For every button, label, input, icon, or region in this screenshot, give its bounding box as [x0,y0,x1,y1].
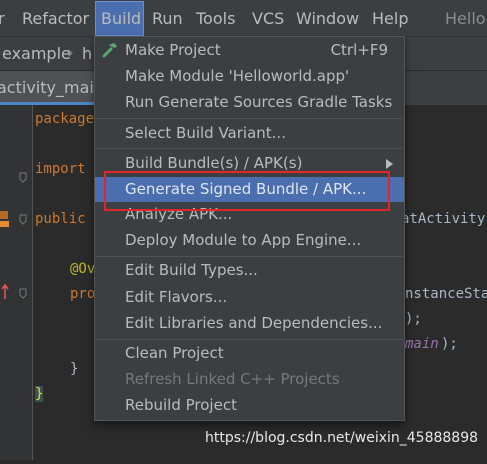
breadcrumb-chevron-icon: › [67,43,74,63]
menu-divider [96,148,403,149]
menu-item-label: Run Generate Sources Gradle Tasks [125,93,393,111]
menu-item-label: Refresh Linked C++ Projects [125,370,340,388]
menu-item-label: Deploy Module to App Engine... [125,231,362,249]
menu-bar: r Refactor Build Run Tools VCS Window He… [0,0,487,37]
class-marker-icon-2 [0,221,9,227]
menu-help[interactable]: Help [372,9,408,28]
menu-item-rebuild-project[interactable]: Rebuild Project [95,393,404,418]
menu-divider [96,256,403,257]
hammer-icon [102,43,117,58]
code-package: package [35,111,95,127]
menu-item-edit-libraries[interactable]: Edit Libraries and Dependencies... [95,311,404,336]
menu-divider [96,118,403,119]
code-class-tail: atActivity [401,211,486,227]
code-pro: pro [70,286,96,302]
menu-item-label: Edit Libraries and Dependencies... [125,314,383,332]
menu-item-label: Edit Build Types... [125,261,258,279]
class-marker-icon [0,211,8,219]
code-instance-tail: nstanceSta [405,286,487,302]
breadcrumb-item[interactable]: example [2,44,71,63]
code-import: import [35,161,86,177]
editor-gutter [0,105,33,460]
code-annotation: @Ov [70,261,96,277]
breadcrumb-item[interactable]: h [82,44,92,63]
menu-build[interactable]: Build [101,9,141,28]
menu-vcs[interactable]: VCS [252,9,284,28]
watermark: https://blog.csdn.net/weixin_45888898 [205,430,479,446]
menu-item-shortcut: Ctrl+F9 [330,41,388,59]
menu-item-run-generate-sources[interactable]: Run Generate Sources Gradle Tasks [95,90,404,115]
code-main-field: main [405,336,439,352]
fold-icon-3 [19,288,27,299]
code-main-tail: ); [441,336,458,352]
gutter-icons [0,172,27,299]
menu-partial: r [0,9,5,28]
tab-label: activity_main. [0,78,110,97]
fold-icon [19,172,27,183]
menu-item-label: Rebuild Project [125,396,237,414]
menu-item-edit-flavors[interactable]: Edit Flavors... [95,285,404,310]
menu-item-label: Select Build Variant... [125,124,286,142]
menu-item-make-module[interactable]: Make Module 'Helloworld.app' [95,64,404,89]
app-title: Hello [445,9,486,28]
tab-activity-main[interactable]: activity_main. [0,71,109,105]
code-brace: } [70,361,79,377]
menu-item-label: Make Module 'Helloworld.app' [125,67,350,85]
menu-item-refresh-cpp: Refresh Linked C++ Projects [95,367,404,392]
menu-divider [96,339,403,340]
menu-item-clean-project[interactable]: Clean Project [95,341,404,366]
highlight-box [104,171,390,211]
build-menu: Make Project Ctrl+F9 Make Module 'Hellow… [94,36,405,421]
menu-item-select-build-variant[interactable]: Select Build Variant... [95,121,404,146]
menu-item-deploy-module[interactable]: Deploy Module to App Engine... [95,228,404,253]
menu-item-label: Edit Flavors... [125,288,228,306]
menu-tools[interactable]: Tools [196,9,235,28]
code-brace-matched: } [35,386,44,402]
menu-item-edit-build-types[interactable]: Edit Build Types... [95,258,404,283]
menu-item-label: Build Bundle(s) / APK(s) [125,154,303,172]
menu-run[interactable]: Run [152,9,183,28]
menu-item-label: Clean Project [125,344,224,362]
menu-window[interactable]: Window [296,9,359,28]
code-paren: ); [405,311,422,327]
submenu-arrow-icon [386,159,393,169]
code-public: public [35,211,86,227]
menu-refactor[interactable]: Refactor [22,9,89,28]
menu-item-make-project[interactable]: Make Project Ctrl+F9 [95,38,404,63]
fold-icon-2 [19,214,27,225]
menu-item-label: Make Project [125,41,221,59]
override-arrow-icon [1,283,9,299]
